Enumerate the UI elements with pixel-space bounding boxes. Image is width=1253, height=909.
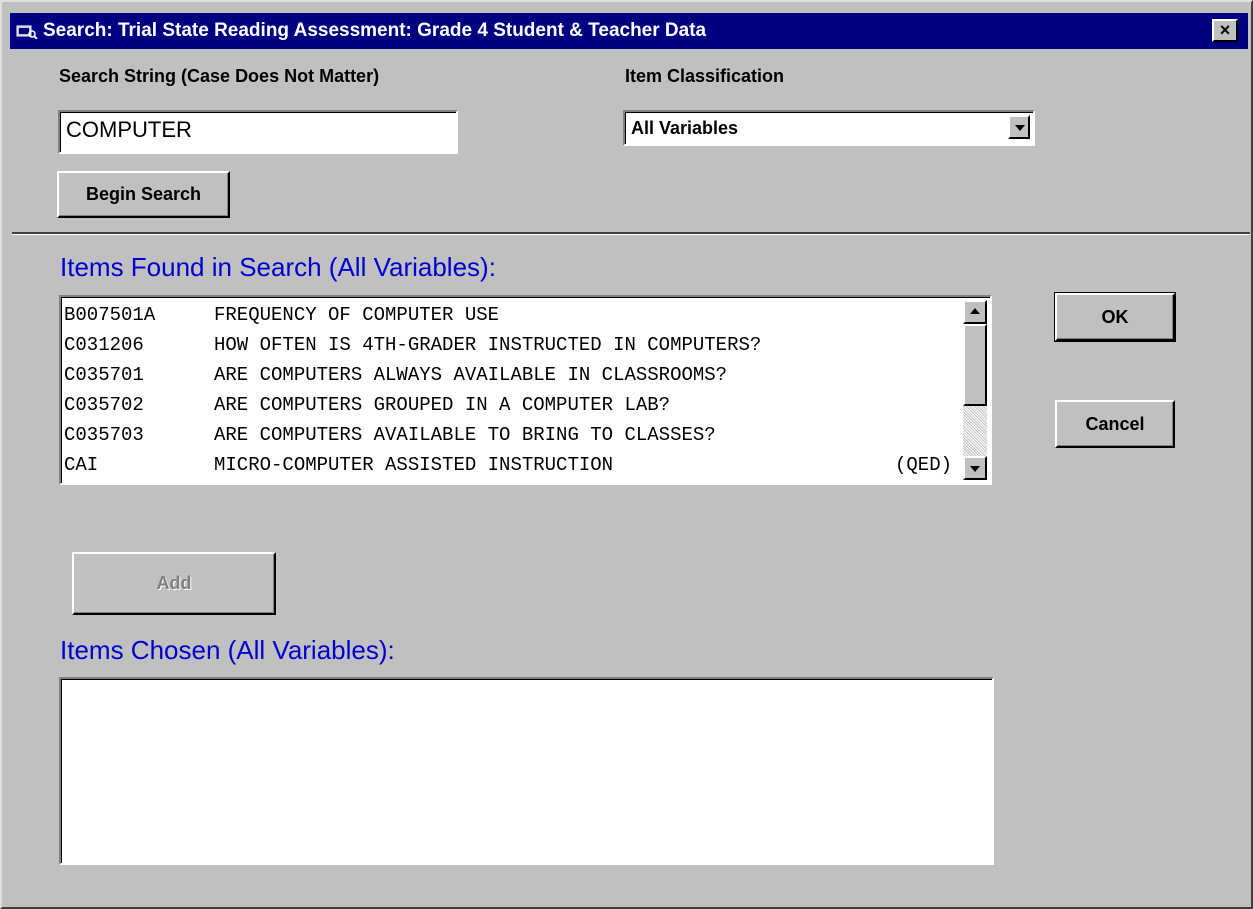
scroll-up-button[interactable]	[963, 300, 987, 324]
list-item[interactable]: B007501A FREQUENCY OF COMPUTER USE	[64, 300, 954, 330]
search-string-label: Search String (Case Does Not Matter)	[59, 66, 380, 86]
list-item[interactable]: CAI MICRO-COMPUTER ASSISTED INSTRUCTION (Q…	[64, 450, 954, 480]
window-title: Search: Trial State Reading Assessment: …	[43, 20, 707, 41]
add-button[interactable]: Add	[72, 552, 276, 615]
close-icon: ×	[1219, 20, 1231, 40]
items-found-rows: B007501A FREQUENCY OF COMPUTER USE C03120…	[64, 300, 954, 480]
item-classification-select[interactable]: All Variables	[623, 110, 1035, 146]
item-classification-value: All Variables	[631, 118, 739, 138]
chevron-down-icon	[970, 466, 980, 472]
title-bar[interactable]: Search: Trial State Reading Assessment: …	[10, 13, 1248, 49]
list-item[interactable]: C035701 ARE COMPUTERS ALWAYS AVAILABLE IN…	[64, 360, 954, 390]
chevron-down-icon	[1015, 125, 1025, 131]
begin-search-button[interactable]: Begin Search	[57, 171, 230, 218]
app-icon	[16, 25, 38, 39]
list-item[interactable]: C035703 ARE COMPUTERS AVAILABLE TO BRING …	[64, 420, 954, 450]
items-found-label: Items Found in Search (All Variables):	[60, 252, 496, 282]
dropdown-button[interactable]	[1008, 115, 1030, 139]
vertical-scrollbar[interactable]	[963, 300, 987, 480]
items-chosen-label: Items Chosen (All Variables):	[60, 635, 395, 665]
search-input[interactable]: COMPUTER	[58, 110, 458, 154]
search-input-value: COMPUTER	[66, 117, 192, 142]
items-chosen-list[interactable]	[59, 677, 994, 865]
separator	[12, 232, 1250, 235]
close-button[interactable]: ×	[1212, 19, 1238, 42]
items-found-list[interactable]: B007501A FREQUENCY OF COMPUTER USE C03120…	[59, 295, 992, 485]
list-item[interactable]: C035702 ARE COMPUTERS GROUPED IN A COMPUT…	[64, 390, 954, 420]
cancel-button[interactable]: Cancel	[1055, 400, 1175, 448]
scroll-down-button[interactable]	[963, 456, 987, 480]
chevron-up-icon	[970, 308, 980, 314]
scrollbar-thumb[interactable]	[963, 324, 987, 406]
ok-button[interactable]: OK	[1054, 292, 1176, 342]
list-item[interactable]: C031206 HOW OFTEN IS 4TH-GRADER INSTRUCTE…	[64, 330, 954, 360]
search-dialog: Search: Trial State Reading Assessment: …	[0, 0, 1253, 909]
item-classification-label: Item Classification	[625, 66, 785, 86]
